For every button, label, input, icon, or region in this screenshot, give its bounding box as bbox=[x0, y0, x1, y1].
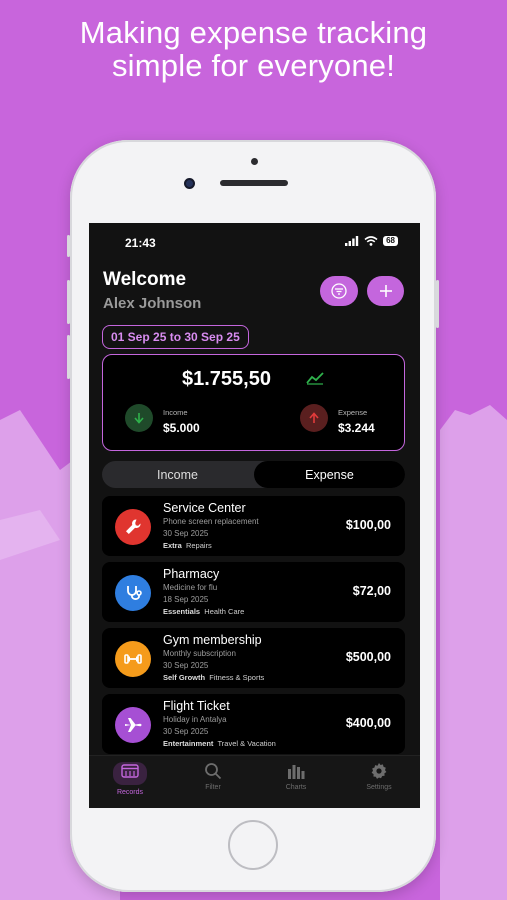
total-balance: $1.755,50 bbox=[182, 368, 271, 390]
wifi-icon bbox=[364, 236, 378, 246]
transaction-subcategory: Health Care bbox=[204, 607, 245, 616]
status-time: 21:43 bbox=[125, 236, 156, 250]
headline: Making expense tracking simple for every… bbox=[0, 16, 507, 82]
income-expense-toggle: Income Expense bbox=[102, 461, 405, 488]
signal-icon bbox=[345, 236, 359, 246]
transaction-card[interactable]: Flight Ticket Holiday in Antalya 30 Sep … bbox=[102, 694, 405, 754]
transaction-description: Monthly subscription bbox=[163, 649, 236, 658]
wrench-icon bbox=[115, 509, 151, 545]
plus-icon bbox=[379, 285, 392, 297]
balance-card: $1.755,50 Income $5.000 Expense $3.244 bbox=[102, 354, 405, 451]
tab-records[interactable]: Records bbox=[89, 756, 171, 808]
transaction-subcategory: Fitness & Sports bbox=[209, 673, 265, 682]
tab-income[interactable]: Income bbox=[102, 461, 253, 488]
tab-settings[interactable]: Settings bbox=[338, 756, 420, 808]
transaction-title: Pharmacy bbox=[163, 567, 220, 581]
transaction-category: Essentials bbox=[163, 607, 201, 616]
stethoscope-icon bbox=[115, 575, 151, 611]
transaction-tags: Self Growth Fitness & Sports bbox=[163, 673, 264, 682]
tab-label: Records bbox=[116, 789, 144, 796]
bottom-tab-bar: Records Filter Charts Settings bbox=[89, 755, 420, 808]
income-label: Income bbox=[163, 408, 188, 417]
transaction-subcategory: Travel & Vacation bbox=[217, 739, 276, 748]
user-name: Alex Johnson bbox=[103, 295, 202, 312]
transaction-description: Phone screen replacement bbox=[163, 517, 259, 526]
transaction-tags: Extra Repairs bbox=[163, 541, 212, 550]
tab-label: Filter bbox=[205, 784, 221, 791]
transaction-date: 18 Sep 2025 bbox=[163, 595, 209, 604]
dumbbell-icon bbox=[115, 641, 151, 677]
expense-value: $3.244 bbox=[338, 421, 375, 435]
status-bar: 21:43 68 bbox=[89, 223, 420, 259]
phone-frame: 21:43 68 Welcome Alex Johnson 01 Sep 25 … bbox=[67, 140, 439, 892]
power-button bbox=[436, 280, 439, 328]
welcome-title: Welcome bbox=[103, 269, 187, 290]
expense-arrow-icon bbox=[300, 404, 328, 432]
transaction-description: Holiday in Antalya bbox=[163, 715, 227, 724]
transaction-subcategory: Repairs bbox=[185, 541, 212, 550]
gear-icon bbox=[371, 763, 387, 779]
transaction-date: 30 Sep 2025 bbox=[163, 727, 209, 736]
transaction-title: Flight Ticket bbox=[163, 699, 230, 713]
trend-up-icon bbox=[306, 372, 324, 385]
transaction-category: Extra bbox=[163, 541, 182, 550]
transaction-amount: $400,00 bbox=[345, 716, 391, 730]
filter-button[interactable] bbox=[320, 276, 358, 306]
transaction-tags: Essentials Health Care bbox=[163, 607, 244, 616]
transaction-amount: $72,00 bbox=[352, 584, 391, 598]
tab-expense[interactable]: Expense bbox=[254, 461, 405, 488]
volume-up-button bbox=[67, 280, 70, 324]
income-arrow-icon bbox=[125, 404, 153, 432]
transaction-category: Self Growth bbox=[163, 673, 206, 682]
transaction-title: Service Center bbox=[163, 501, 246, 515]
income-value: $5.000 bbox=[163, 421, 200, 435]
headline-line-2: simple for everyone! bbox=[111, 48, 396, 83]
transaction-card[interactable]: Pharmacy Medicine for flu 18 Sep 2025 Es… bbox=[102, 562, 405, 622]
airplane-icon bbox=[115, 707, 151, 743]
front-camera bbox=[184, 178, 195, 189]
front-sensor bbox=[251, 158, 258, 165]
transaction-description: Medicine for flu bbox=[163, 583, 218, 592]
transaction-tags: Entertainment Travel & Vacation bbox=[163, 739, 276, 748]
earpiece-speaker bbox=[220, 180, 288, 186]
filter-icon bbox=[331, 283, 347, 299]
battery-indicator: 68 bbox=[383, 236, 398, 246]
tab-label: Settings bbox=[366, 784, 392, 791]
headline-line-1: Making expense tracking bbox=[79, 15, 428, 50]
search-icon bbox=[205, 763, 222, 780]
tab-filter[interactable]: Filter bbox=[172, 756, 254, 808]
status-icons: 68 bbox=[345, 236, 398, 246]
home-button[interactable] bbox=[228, 820, 278, 870]
expense-label: Expense bbox=[338, 408, 368, 417]
app-screen: 21:43 68 Welcome Alex Johnson 01 Sep 25 … bbox=[89, 223, 420, 808]
date-range-selector[interactable]: 01 Sep 25 to 30 Sep 25 bbox=[102, 325, 249, 349]
transaction-amount: $500,00 bbox=[345, 650, 391, 664]
tab-label: Charts bbox=[285, 784, 307, 791]
transaction-card[interactable]: Gym membership Monthly subscription 30 S… bbox=[102, 628, 405, 688]
bar-chart-icon bbox=[288, 765, 305, 779]
mute-switch bbox=[67, 235, 70, 257]
volume-down-button bbox=[67, 335, 70, 379]
transaction-category: Entertainment bbox=[163, 739, 214, 748]
transaction-date: 30 Sep 2025 bbox=[163, 661, 209, 670]
tab-charts[interactable]: Charts bbox=[255, 756, 337, 808]
transaction-amount: $100,00 bbox=[345, 518, 391, 532]
transaction-title: Gym membership bbox=[163, 633, 262, 647]
transaction-card[interactable]: Service Center Phone screen replacement … bbox=[102, 496, 405, 556]
transaction-date: 30 Sep 2025 bbox=[163, 529, 209, 538]
add-transaction-button[interactable] bbox=[367, 276, 404, 306]
records-icon bbox=[113, 762, 147, 785]
